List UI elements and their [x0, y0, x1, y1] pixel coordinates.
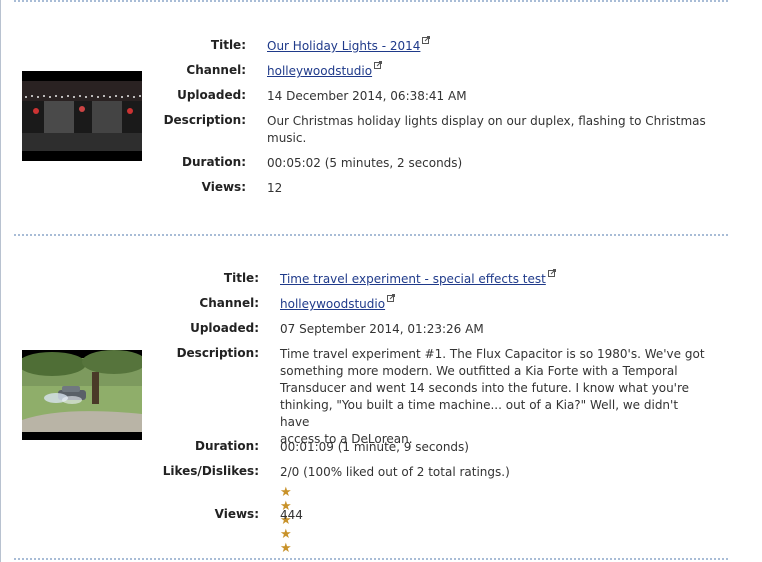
description-line: thinking, "You built a time machine... o…	[280, 398, 679, 429]
title-label: Title:	[223, 271, 259, 285]
star-icon: ★	[280, 527, 292, 542]
description-line: Transducer and went 14 seconds into the …	[280, 381, 690, 395]
channel-label: Channel:	[199, 296, 259, 310]
channel-label: Channel:	[186, 63, 246, 77]
video-thumbnail-2[interactable]	[22, 350, 142, 440]
time-travel-thumbnail-image	[22, 350, 142, 440]
separator-top	[14, 0, 728, 2]
external-link-icon	[547, 269, 556, 277]
video-title-link[interactable]: Our Holiday Lights - 2014	[267, 39, 420, 53]
description-label: Description:	[176, 346, 259, 360]
likes-value: 2/0 (100% liked out of 2 total ratings.)	[280, 465, 510, 479]
description-value: Our Christmas holiday lights display on …	[267, 113, 707, 147]
views-value: 12	[267, 181, 283, 195]
views-label: Views:	[201, 180, 246, 194]
channel-link[interactable]: holleywoodstudio	[280, 297, 385, 311]
duration-value: 00:01:09 (1 minute, 9 seconds)	[280, 440, 469, 454]
uploaded-label: Uploaded:	[190, 321, 259, 335]
views-label: Views:	[214, 507, 259, 521]
description-line: something more modern. We outfitted a Ki…	[280, 364, 678, 378]
description-line: Our Christmas holiday lights display on …	[267, 114, 706, 128]
uploaded-value: 07 September 2014, 01:23:26 AM	[280, 322, 484, 336]
title-label: Title:	[210, 38, 246, 52]
views-value: 444	[280, 508, 303, 522]
external-link-icon	[422, 36, 431, 44]
duration-label: Duration:	[195, 439, 259, 453]
description-label: Description:	[163, 113, 246, 127]
video-thumbnail-1[interactable]	[22, 71, 142, 161]
left-border	[0, 0, 1, 562]
likes-label: Likes/Dislikes:	[162, 464, 259, 478]
video-title-link[interactable]: Time travel experiment - special effects…	[280, 272, 546, 286]
uploaded-label: Uploaded:	[177, 88, 246, 102]
duration-value: 00:05:02 (5 minutes, 2 seconds)	[267, 156, 463, 170]
separator-bottom	[14, 558, 728, 560]
star-icon: ★	[280, 485, 292, 500]
description-line: Time travel experiment #1. The Flux Capa…	[280, 347, 705, 361]
separator-middle	[14, 234, 728, 236]
external-link-icon	[387, 294, 396, 302]
uploaded-value: 14 December 2014, 06:38:41 AM	[267, 89, 467, 103]
description-line: music.	[267, 131, 307, 145]
duration-label: Duration:	[182, 155, 246, 169]
description-value: Time travel experiment #1. The Flux Capa…	[280, 346, 710, 448]
star-icon: ★	[280, 541, 292, 556]
external-link-icon	[374, 61, 383, 69]
channel-link[interactable]: holleywoodstudio	[267, 64, 372, 78]
holiday-lights-thumbnail-image	[22, 71, 142, 161]
